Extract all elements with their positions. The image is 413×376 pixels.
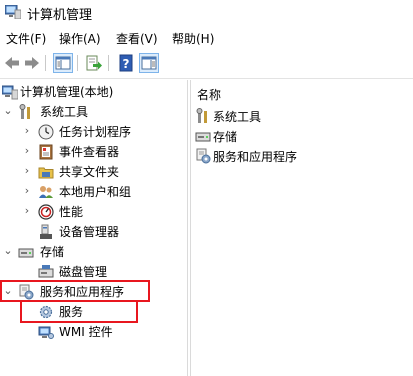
collapse-chevron-icon[interactable]: ⌄ — [3, 245, 13, 257]
tree-label-performance: 性能 — [59, 205, 84, 219]
tree-item-performance[interactable]: › 性能 — [0, 202, 187, 222]
tree-item-system-tools[interactable]: ⌄ 系统工具 — [0, 102, 187, 122]
pane-divider[interactable] — [187, 80, 188, 376]
computer-management-icon — [2, 85, 18, 100]
help-icon[interactable]: ? — [117, 54, 135, 72]
title-bar: 计算机管理 — [0, 0, 413, 26]
wmi-control-icon — [38, 326, 54, 339]
highlight-box-services-and-applications — [0, 280, 150, 302]
tree-label-task-scheduler: 任务计划程序 — [59, 125, 132, 139]
tree-label-system-tools: 系统工具 — [40, 105, 89, 119]
toolbar-separator — [77, 55, 78, 71]
tree-label-device-manager: 设备管理器 — [59, 225, 120, 239]
performance-icon — [38, 204, 54, 220]
users-icon — [39, 186, 53, 198]
tree-label-shared-folders: 共享文件夹 — [59, 165, 120, 179]
collapse-chevron-icon[interactable]: ⌄ — [3, 105, 13, 117]
menu-bar: 文件(F) 操作(A) 查看(V) 帮助(H) — [0, 26, 413, 49]
expand-chevron-icon[interactable]: › — [22, 145, 32, 157]
show-hide-console-tree-icon[interactable] — [53, 53, 73, 73]
results-pane: 名称 系统工具 存储 服务和应用程序 — [192, 80, 413, 376]
device-manager-icon — [40, 224, 52, 239]
tree-item-task-scheduler[interactable]: › 任务计划程序 — [0, 122, 187, 142]
back-arrow-icon[interactable] — [3, 54, 21, 72]
tree-label-root: 计算机管理(本地) — [20, 85, 114, 99]
tree-label-local-users: 本地用户和组 — [59, 185, 132, 199]
toolbar: ? — [0, 49, 413, 79]
services-and-applications-icon — [196, 148, 211, 164]
clock-icon — [38, 124, 54, 140]
pane-divider — [190, 80, 191, 376]
tree-item-storage[interactable]: ⌄ 存储 — [0, 242, 187, 262]
tree-label-disk-management: 磁盘管理 — [59, 265, 108, 279]
tree-item-wmi-control[interactable]: WMI 控件 — [0, 322, 187, 342]
tree-item-event-viewer[interactable]: › 事件查看器 — [0, 142, 187, 162]
menu-help[interactable]: 帮助(H) — [170, 30, 216, 47]
highlight-box-services — [20, 300, 138, 323]
expand-chevron-icon[interactable]: › — [22, 185, 32, 197]
storage-icon — [195, 132, 211, 142]
computer-management-icon — [5, 5, 21, 19]
column-header-name[interactable]: 名称 — [197, 86, 221, 103]
svg-text:?: ? — [123, 57, 130, 71]
export-list-icon[interactable] — [85, 54, 103, 72]
tree-label-event-viewer: 事件查看器 — [59, 145, 120, 159]
tree-item-device-manager[interactable]: 设备管理器 — [0, 222, 187, 242]
system-tools-icon — [19, 104, 30, 119]
tree-label-storage: 存储 — [40, 245, 65, 259]
storage-icon — [18, 248, 34, 258]
menu-file[interactable]: 文件(F) — [4, 30, 48, 47]
tree-item-root[interactable]: 计算机管理(本地) — [0, 82, 187, 102]
list-item-label: 系统工具 — [213, 110, 262, 124]
expand-chevron-icon[interactable]: › — [22, 125, 32, 137]
tree-item-disk-management[interactable]: 磁盘管理 — [0, 262, 187, 282]
shared-folder-icon — [38, 167, 54, 179]
expand-chevron-icon[interactable]: › — [22, 165, 32, 177]
toolbar-separator — [45, 55, 46, 71]
tree-item-local-users[interactable]: › 本地用户和组 — [0, 182, 187, 202]
list-item-label: 存储 — [213, 130, 238, 144]
menu-view[interactable]: 查看(V) — [114, 30, 160, 47]
system-tools-icon — [196, 108, 207, 123]
forward-arrow-icon[interactable] — [23, 54, 41, 72]
tree-item-shared-folders[interactable]: › 共享文件夹 — [0, 162, 187, 182]
expand-chevron-icon[interactable]: › — [22, 205, 32, 217]
event-viewer-icon — [39, 144, 53, 160]
disk-management-icon — [38, 265, 54, 278]
menu-action[interactable]: 操作(A) — [57, 30, 103, 47]
window-title: 计算机管理 — [27, 8, 93, 23]
show-hide-action-pane-icon[interactable] — [139, 53, 159, 73]
toolbar-separator — [108, 55, 109, 71]
console-tree: 计算机管理(本地) ⌄ 系统工具 › 任务计划程序 › 事件查看器 › 共享文件… — [0, 80, 187, 376]
tree-label-wmi-control: WMI 控件 — [59, 325, 113, 339]
list-item-label: 服务和应用程序 — [213, 150, 298, 164]
